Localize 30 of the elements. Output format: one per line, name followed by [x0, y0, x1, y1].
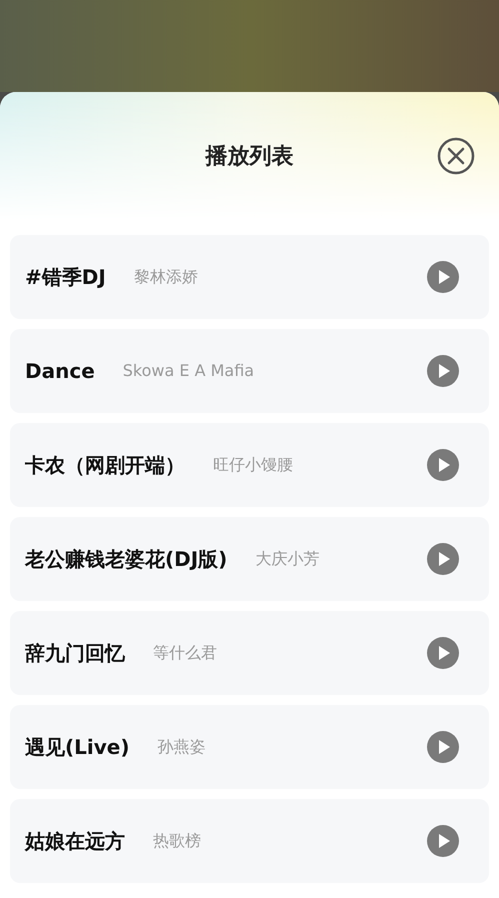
- sheet-title: 播放列表: [206, 142, 294, 170]
- song-row[interactable]: 卡农（网剧开端） 旺仔小馒腰: [10, 423, 489, 507]
- song-title: Dance: [25, 358, 95, 385]
- song-row[interactable]: #错季DJ 黎林添娇: [10, 235, 489, 319]
- song-title: #错季DJ: [25, 264, 106, 291]
- song-title: 遇见(Live): [25, 734, 130, 761]
- song-artist: 旺仔小馒腰: [213, 454, 293, 476]
- play-icon[interactable]: [427, 355, 459, 387]
- song-title: 卡农（网剧开端）: [25, 452, 185, 479]
- song-artist: 大庆小芳: [255, 548, 320, 570]
- song-row[interactable]: 姑娘在远方 热歌榜: [10, 799, 489, 883]
- play-icon[interactable]: [427, 261, 459, 293]
- song-artist: 黎林添娇: [134, 266, 198, 288]
- song-title: 辞九门回忆: [25, 640, 125, 667]
- song-artist: 热歌榜: [153, 830, 201, 852]
- play-icon[interactable]: [427, 543, 459, 575]
- song-row[interactable]: 老公赚钱老婆花(DJ版) 大庆小芳: [10, 517, 489, 601]
- song-row[interactable]: Dance Skowa E A Mafia: [10, 329, 489, 413]
- song-artist: 孙燕姿: [157, 736, 206, 758]
- song-row[interactable]: 辞九门回忆 等什么君: [10, 611, 489, 695]
- play-icon[interactable]: [427, 449, 459, 481]
- song-title: 老公赚钱老婆花(DJ版): [25, 546, 228, 573]
- song-artist: 等什么君: [153, 642, 217, 664]
- song-artist: Skowa E A Mafia: [122, 360, 254, 382]
- play-icon[interactable]: [427, 637, 459, 669]
- song-row[interactable]: 遇见(Live) 孙燕姿: [10, 705, 489, 789]
- play-icon[interactable]: [427, 825, 459, 857]
- song-title: 姑娘在远方: [25, 828, 125, 855]
- close-icon[interactable]: [437, 137, 475, 175]
- play-icon[interactable]: [427, 731, 459, 763]
